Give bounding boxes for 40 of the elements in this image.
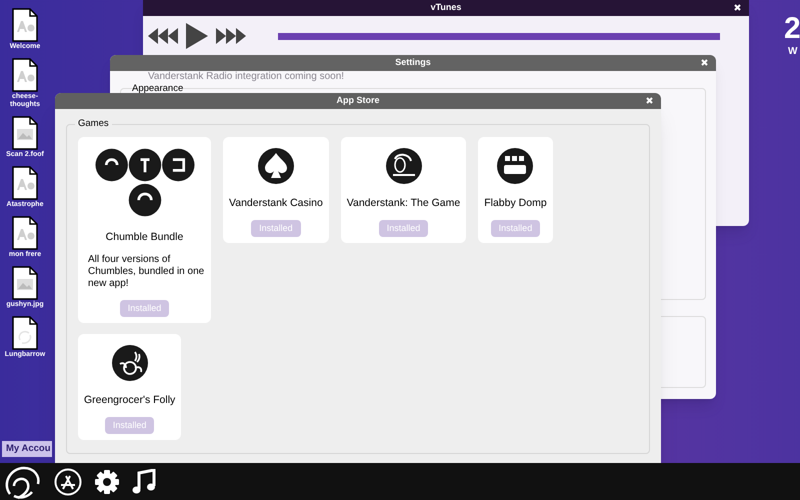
app-name: Vanderstank: The Game [346, 197, 460, 210]
close-icon[interactable] [646, 97, 653, 104]
app-card[interactable]: Chumble Bundle All four versions of Chumbles, bundled in one new app! Installed [78, 137, 211, 323]
window-title: vTunes [430, 1, 462, 14]
fruit-logo-icon [110, 344, 149, 382]
spade-logo-icon [256, 147, 295, 185]
close-icon[interactable] [701, 59, 708, 66]
progress-bar[interactable] [278, 32, 720, 40]
app-card[interactable]: Flabby Domp Installed [478, 137, 553, 243]
clock-time: 2 [784, 14, 800, 44]
app-card[interactable]: Greengrocer's Folly Installed [78, 334, 182, 440]
app-name: Flabby Domp [484, 197, 547, 210]
app-card[interactable]: Vanderstank: The Game Installed [340, 137, 466, 243]
rewind-icon[interactable] [148, 28, 178, 44]
text-file-icon[interactable] [12, 216, 38, 250]
flabby-logo-icon [496, 147, 534, 185]
window-title: App Store [336, 94, 380, 108]
close-icon[interactable] [734, 4, 741, 11]
bundle-logo-icon [94, 147, 194, 219]
text-file-icon[interactable] [12, 58, 38, 92]
app-name: Vanderstank Casino [229, 197, 323, 210]
app-name: Greengrocer's Folly [84, 394, 176, 407]
text-file-icon[interactable] [12, 8, 38, 42]
app-description: All four versions of Chumbles, bundled in one new app! [87, 254, 205, 290]
clock-day: W [788, 44, 798, 59]
image-file-icon[interactable] [12, 116, 38, 150]
music-icon[interactable] [132, 468, 156, 494]
text-file-icon[interactable] [12, 166, 38, 200]
fast-forward-icon[interactable] [216, 28, 246, 44]
account-button[interactable]: My Accou [2, 441, 52, 457]
swirl-file-icon[interactable] [12, 316, 38, 350]
app-card[interactable]: Vanderstank Casino Installed [223, 137, 329, 243]
play-icon[interactable] [186, 23, 208, 49]
image-file-icon[interactable] [12, 266, 38, 300]
game-logo-icon [384, 147, 422, 185]
section-label: Appearance [131, 83, 184, 94]
window-title: Settings [395, 56, 431, 70]
app-store-icon[interactable] [54, 468, 82, 496]
app-name: Chumble Bundle [106, 231, 184, 244]
notice-text: Vanderstank Radio integration coming soon! [148, 71, 344, 82]
